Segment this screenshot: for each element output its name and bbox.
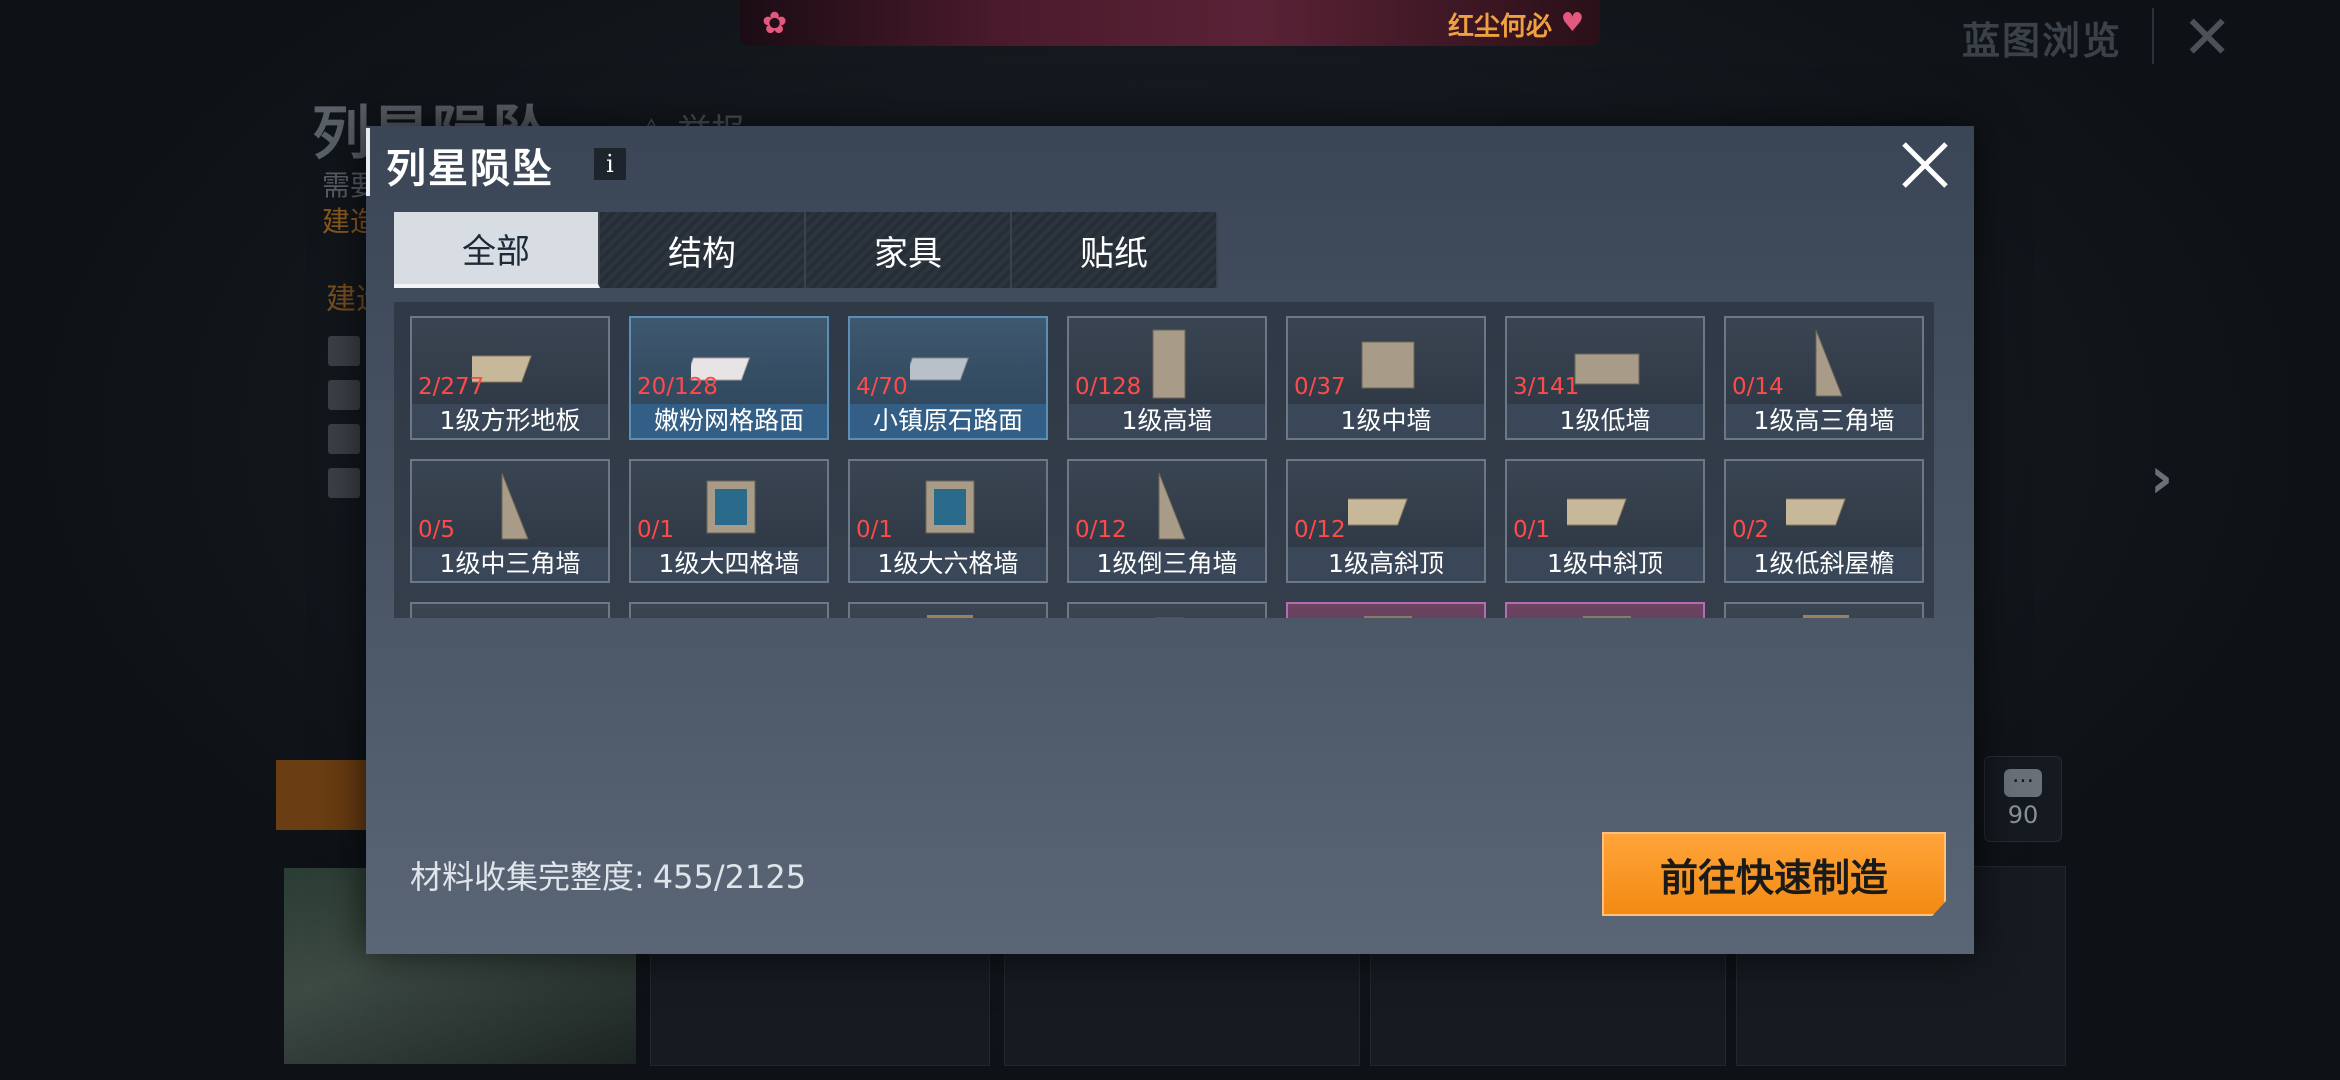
high-slope-roof-icon [1336, 469, 1428, 545]
collection-progress: 材料收集完整度: 455/2125 [410, 852, 806, 898]
item-card[interactable]: 4/70 小镇原石路面 [848, 316, 1048, 440]
tab-furniture[interactable]: 家具 [806, 212, 1012, 288]
item-card[interactable]: 0/14 1级高三角墙 [1724, 316, 1924, 440]
progress-value: 455/2125 [652, 858, 807, 896]
item-count: 20/128 [637, 374, 718, 400]
item-card[interactable]: 0/51级立梁 [848, 602, 1048, 618]
close-icon [1902, 142, 1948, 188]
item-card[interactable]: 0/128 1级高墙 [1067, 316, 1267, 440]
item-card[interactable]: 0/1 1级大四格墙 [629, 459, 829, 583]
tab-all[interactable]: 全部 [394, 212, 600, 288]
item-count: 3/141 [1513, 374, 1580, 400]
title-accent-bar [366, 128, 370, 196]
partition-glass-icon [1567, 612, 1647, 618]
chat-count: 90 [2007, 801, 2039, 829]
top-banner: ✿ 红尘何必 ♥ [740, 0, 1600, 46]
mid-triangle-wall-icon [472, 469, 552, 545]
high-stairs-icon [472, 612, 552, 618]
item-label: 1级中三角墙 [412, 547, 608, 581]
item-card[interactable]: 0/12 1级高斜顶 [1286, 459, 1486, 583]
item-label: 嫩粉网格路面 [631, 404, 827, 438]
item-card[interactable]: 0/12 1级倒三角墙 [1067, 459, 1267, 583]
item-label: 1级中墙 [1288, 404, 1484, 438]
six-pane-window-wall-icon [910, 469, 990, 545]
item-label: 1级低斜屋檐 [1726, 547, 1922, 581]
item-count: 0/37 [1294, 374, 1346, 400]
close-button[interactable] [1896, 136, 1954, 194]
materials-modal: 列星陨坠 i 全部 结构 家具 贴纸 2/277 1级方形地板 20/128 嫩粉网格… [366, 126, 1974, 954]
item-card[interactable]: 1/49包边玻璃 [1286, 602, 1486, 618]
stone-pavement-icon [903, 326, 990, 402]
item-label: 1级方形地板 [412, 404, 608, 438]
item-label: 1级低墙 [1507, 404, 1703, 438]
tab-structure[interactable]: 结构 [600, 212, 806, 288]
item-count: 0/14 [1732, 374, 1784, 400]
door-icon [1129, 612, 1209, 618]
mid-wall-icon [1348, 326, 1428, 402]
flower-icon: ✿ [762, 6, 788, 41]
tab-stickers[interactable]: 贴纸 [1012, 212, 1218, 288]
item-card[interactable]: 0/2 1级低斜屋檐 [1724, 459, 1924, 583]
low-slope-eave-icon [1774, 469, 1866, 545]
item-card[interactable]: 0/31级门 [1067, 602, 1267, 618]
chat-button: 90 [1984, 756, 2062, 842]
inverted-triangle-wall-icon [1129, 469, 1209, 545]
flower-icon [328, 468, 360, 498]
item-count: 0/1 [637, 517, 675, 543]
item-count: 0/12 [1075, 517, 1127, 543]
item-label: 1级倒三角墙 [1069, 547, 1265, 581]
progress-label: 材料收集完整度: [410, 858, 645, 896]
info-button[interactable]: i [594, 148, 626, 180]
mid-slope-roof-icon [1555, 469, 1647, 545]
furniture-icon [328, 424, 360, 454]
framed-glass-icon [1348, 612, 1428, 618]
item-card[interactable]: 0/5 1级中三角墙 [410, 459, 610, 583]
modal-title: 列星陨坠 [386, 146, 554, 192]
heart-icon: ♥ [1560, 8, 1584, 38]
item-card[interactable]: 0/1 1级中斜顶 [1505, 459, 1705, 583]
item-card[interactable]: 0/31级门框 [1724, 602, 1924, 618]
item-card[interactable]: 2/277 1级方形地板 [410, 316, 610, 440]
high-triangle-wall-icon [1786, 326, 1866, 402]
item-count: 0/1 [856, 517, 894, 543]
next-arrow-icon: › [2150, 446, 2174, 511]
divider [2152, 8, 2154, 64]
item-label: 1级大四格墙 [631, 547, 827, 581]
item-label: 1级中斜顶 [1507, 547, 1703, 581]
item-card[interactable]: 0/1 1级大六格墙 [848, 459, 1048, 583]
mid-stairs-icon [691, 612, 771, 618]
pillar-beam-icon [910, 612, 990, 618]
item-label: 1级高三角墙 [1726, 404, 1922, 438]
item-label: 1级大六格墙 [850, 547, 1046, 581]
blocks-icon [328, 380, 360, 410]
door-frame-icon [1786, 612, 1866, 618]
item-grid-panel[interactable]: 2/277 1级方形地板 20/128 嫩粉网格路面 4/70 小镇原石路面 0/128 1级… [394, 302, 1934, 618]
four-pane-window-wall-icon [691, 469, 771, 545]
item-card[interactable]: 0/37 1级中墙 [1286, 316, 1486, 440]
item-card[interactable]: 3/141 1级低墙 [1505, 316, 1705, 440]
background-close-icon: ✕ [2182, 3, 2233, 73]
item-count: 2/277 [418, 374, 485, 400]
item-count: 0/1 [1513, 517, 1551, 543]
item-card[interactable]: 2/71级中楼梯 [629, 602, 829, 618]
quick-craft-button[interactable]: 前往快速制造 [1602, 832, 1946, 916]
item-count: 0/2 [1732, 517, 1770, 543]
background-side-icons [328, 336, 360, 498]
blueprint-browse-label: 蓝图浏览 [1962, 19, 2123, 63]
item-card[interactable]: 0/1隔断玻璃 [1505, 602, 1705, 618]
build-icon [328, 336, 360, 366]
category-tabs: 全部 结构 家具 贴纸 [394, 212, 1218, 288]
item-count: 0/12 [1294, 517, 1346, 543]
item-card[interactable]: 0/21级高楼梯 [410, 602, 610, 618]
item-label: 1级高墙 [1069, 404, 1265, 438]
item-count: 0/128 [1075, 374, 1142, 400]
chat-icon [2004, 763, 2042, 797]
item-count: 4/70 [856, 374, 908, 400]
item-card[interactable]: 20/128 嫩粉网格路面 [629, 316, 829, 440]
item-count: 0/5 [418, 517, 456, 543]
item-grid: 2/277 1级方形地板 20/128 嫩粉网格路面 4/70 小镇原石路面 0/128 1级… [410, 316, 1924, 618]
item-label: 1级高斜顶 [1288, 547, 1484, 581]
banner-text: 红尘何必 [1447, 12, 1552, 42]
item-label: 小镇原石路面 [850, 404, 1046, 438]
